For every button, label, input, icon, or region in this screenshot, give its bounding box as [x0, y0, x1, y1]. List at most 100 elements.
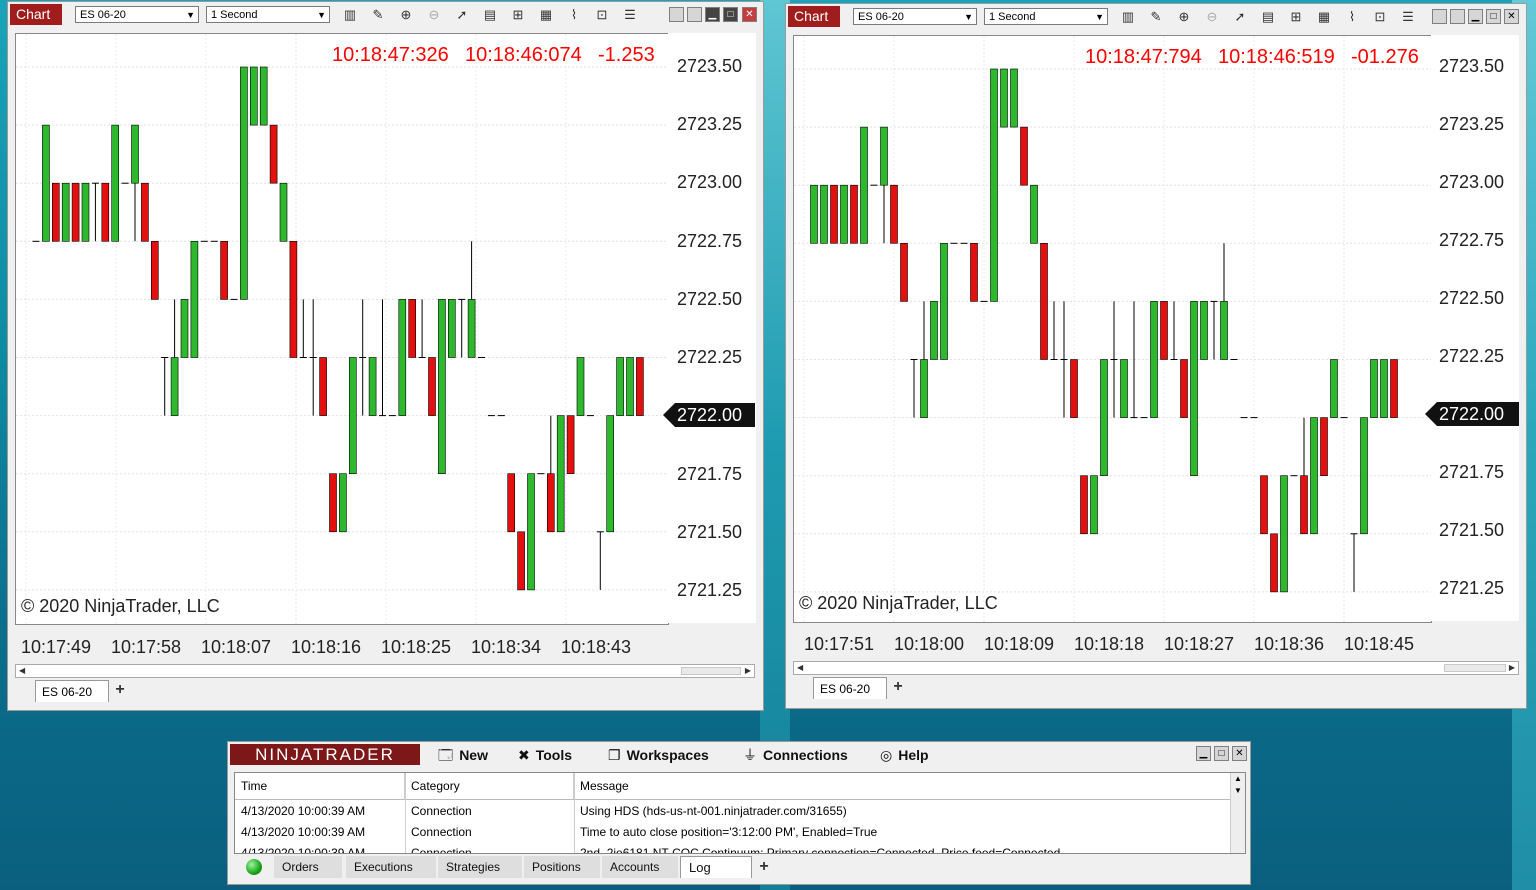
list-icon[interactable]: ☰ [621, 6, 639, 24]
chart-trader-icon[interactable]: ⊞ [509, 6, 527, 24]
data-box-icon[interactable]: ▤ [1259, 8, 1277, 26]
maximize-button[interactable]: □ [723, 7, 738, 22]
x-tick-label: 10:18:36 [1254, 634, 1325, 654]
indicators-icon[interactable]: ▦ [1315, 8, 1333, 26]
tab-positions[interactable]: Positions [524, 856, 600, 878]
candle-down [850, 184, 858, 244]
candle-up [170, 357, 179, 416]
vertical-scrollbar[interactable]: ▲ ▼ [1230, 773, 1245, 853]
pointer-icon[interactable]: ➚ [1231, 8, 1249, 26]
bars-style-icon[interactable]: ▥ [341, 6, 359, 24]
chart-trader-icon[interactable]: ⊞ [1287, 8, 1305, 26]
menu-workspaces[interactable]: ❐ Workspaces [608, 745, 709, 765]
candle-down [566, 415, 575, 475]
strategies-icon[interactable]: ⌇ [1343, 8, 1361, 26]
close-button[interactable]: ✕ [1504, 9, 1519, 24]
chart-plot-area[interactable]: 10:18:47:794 10:18:46:519 -01.276 © 2020… [793, 35, 1432, 623]
instrument-selector[interactable]: ES 06-20 ▼ [853, 8, 977, 25]
interval-selector[interactable]: 1 Second ▼ [206, 6, 330, 23]
chart-tab[interactable]: ES 06-20 [813, 677, 887, 699]
candle-up [279, 182, 288, 242]
window-option-button[interactable] [687, 7, 702, 22]
menu-new-label: New [459, 747, 488, 763]
local-time: 10:18:47:794 [1085, 46, 1202, 68]
column-header-time[interactable]: Time [235, 773, 405, 799]
pointer-icon[interactable]: ➚ [453, 6, 471, 24]
list-icon[interactable]: ☰ [1399, 8, 1417, 26]
scroll-thumb[interactable] [1444, 664, 1506, 672]
tab-orders[interactable]: Orders [274, 856, 342, 878]
chart-title-tag[interactable]: Chart [10, 4, 62, 25]
scroll-right-icon[interactable]: ▶ [745, 665, 751, 677]
chevron-down-icon: ▼ [186, 10, 195, 20]
menu-connections[interactable]: ⏚ Connections [743, 745, 848, 765]
zoom-in-icon[interactable]: ⊕ [397, 6, 415, 24]
close-button[interactable]: ✕ [742, 7, 757, 22]
zoom-out-icon[interactable]: ⊖ [1203, 8, 1221, 26]
scroll-left-icon[interactable]: ◀ [797, 662, 803, 674]
scroll-left-icon[interactable]: ◀ [19, 665, 25, 677]
menu-tools[interactable]: ✖ Tools [518, 745, 572, 765]
window-option-button[interactable] [1450, 9, 1465, 24]
chart-title-tag[interactable]: Chart [788, 6, 840, 27]
bars-style-icon[interactable]: ▥ [1119, 8, 1137, 26]
add-tab-button[interactable]: + [754, 857, 774, 877]
y-tick-label: 2722.50 [677, 289, 743, 309]
properties-icon[interactable]: ⊡ [593, 6, 611, 24]
scroll-down-icon[interactable]: ▼ [1231, 785, 1245, 797]
zoom-out-icon[interactable]: ⊖ [425, 6, 443, 24]
candle-down [1260, 475, 1268, 535]
y-tick-label: 2722.25 [677, 347, 743, 367]
x-tick-label: 10:18:00 [894, 634, 965, 654]
menu-new[interactable]: 🗔 New [438, 745, 488, 765]
strategies-icon[interactable]: ⌇ [565, 6, 583, 24]
workspaces-icon: ❐ [608, 747, 621, 763]
price-axis[interactable]: 2723.50 2723.25 2723.00 2722.75 2722.50 … [1425, 35, 1519, 621]
close-button[interactable]: ✕ [1232, 746, 1247, 761]
properties-icon[interactable]: ⊡ [1371, 8, 1389, 26]
instrument-selector[interactable]: ES 06-20 ▼ [75, 6, 199, 23]
chart-plot-area[interactable]: 10:18:47:326 10:18:46:074 -1.253 © 2020 … [15, 33, 669, 625]
tab-log[interactable]: Log [680, 856, 752, 878]
pencil-draw-icon[interactable]: ✎ [1147, 8, 1165, 26]
data-box-icon[interactable]: ▤ [481, 6, 499, 24]
horizontal-scrollbar[interactable]: ◀ ▶ [793, 661, 1519, 675]
zoom-in-icon[interactable]: ⊕ [1175, 8, 1193, 26]
price-axis[interactable]: 2723.50 2723.25 2723.00 2722.75 2722.50 … [663, 33, 756, 623]
chart-titlebar[interactable]: Chart ES 06-20 ▼ 1 Second ▼ ▥ ✎ ⊕ ⊖ ➚ ▤ ⊞ … [8, 2, 763, 28]
candle-up [368, 357, 377, 416]
pencil-draw-icon[interactable]: ✎ [369, 6, 387, 24]
window-option-button[interactable] [1432, 9, 1447, 24]
minimize-button[interactable]: ▁ [705, 7, 720, 22]
candle-down [1040, 243, 1048, 360]
maximize-button[interactable]: □ [1214, 746, 1229, 761]
chart-titlebar[interactable]: Chart ES 06-20 ▼ 1 Second ▼ ▥ ✎ ⊕ ⊖ ➚ ▤ ⊞ … [786, 4, 1526, 30]
chart-tab[interactable]: ES 06-20 [35, 680, 109, 702]
maximize-button[interactable]: □ [1486, 9, 1501, 24]
x-tick-label: 10:18:07 [201, 637, 272, 657]
candle-up [527, 473, 535, 591]
scroll-right-icon[interactable]: ▶ [1509, 662, 1515, 674]
column-header-message[interactable]: Message [574, 773, 1230, 799]
horizontal-scrollbar[interactable]: ◀ ▶ [15, 664, 755, 678]
y-tick-label: 2723.00 [677, 172, 743, 192]
scroll-thumb[interactable] [681, 667, 741, 675]
log-grid[interactable]: Time Category Message 4/13/2020 10:00:39… [234, 772, 1246, 854]
tab-executions[interactable]: Executions [346, 856, 436, 878]
minimize-button[interactable]: ▁ [1196, 746, 1211, 761]
column-header-category[interactable]: Category [405, 773, 574, 799]
candle-up [180, 299, 189, 358]
minimize-button[interactable]: ▁ [1468, 9, 1483, 24]
add-tab-button[interactable]: + [888, 677, 908, 697]
window-option-button[interactable] [669, 7, 684, 22]
candle-up [606, 415, 615, 533]
tab-accounts[interactable]: Accounts [602, 856, 678, 878]
scroll-up-icon[interactable]: ▲ [1231, 773, 1245, 785]
add-tab-button[interactable]: + [110, 680, 130, 700]
menu-help[interactable]: ◎ Help [880, 745, 929, 765]
tab-strategies[interactable]: Strategies [438, 856, 522, 878]
candle-up [81, 182, 90, 242]
interval-selector[interactable]: 1 Second ▼ [984, 8, 1108, 25]
last-price-marker [1425, 402, 1437, 426]
indicators-icon[interactable]: ▦ [537, 6, 555, 24]
